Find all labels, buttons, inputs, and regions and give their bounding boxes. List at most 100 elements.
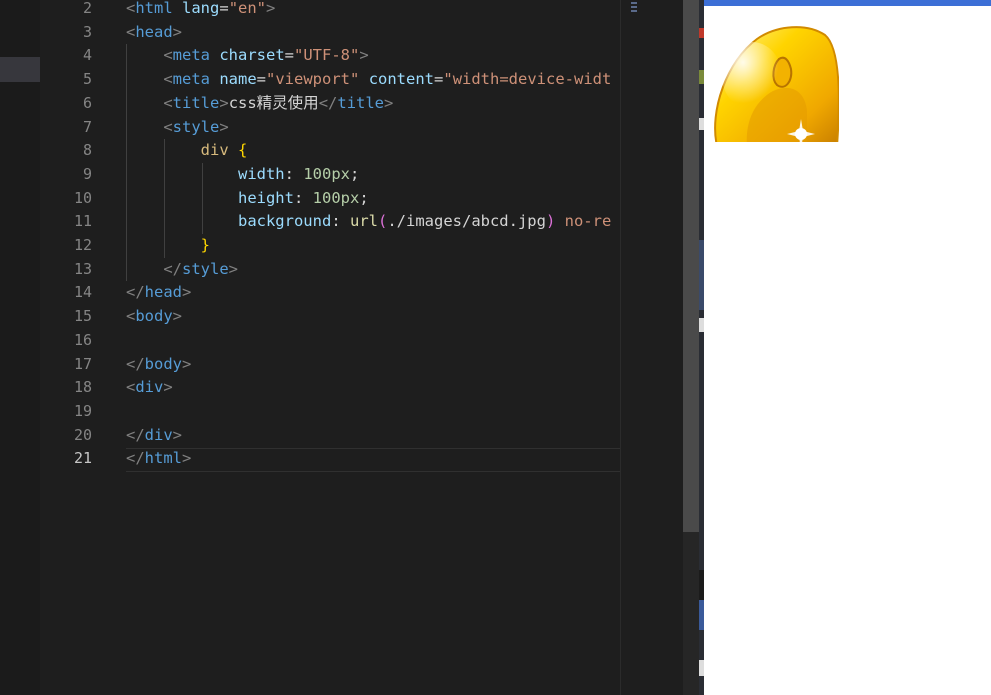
- code-token: <: [126, 378, 136, 397]
- line-number: 2: [82, 0, 92, 17]
- code-token: <: [126, 0, 136, 17]
- line-number: 21: [73, 449, 92, 468]
- code-token: url: [349, 212, 378, 231]
- code-line[interactable]: </div>: [126, 424, 182, 448]
- explorer-selected-item[interactable]: [0, 57, 40, 82]
- code-line[interactable]: </head>: [126, 281, 191, 305]
- code-token: (: [377, 212, 388, 231]
- line-number: 15: [73, 307, 92, 326]
- code-token: html: [144, 449, 182, 468]
- code-line[interactable]: width: 100px;: [126, 163, 359, 187]
- code-line[interactable]: <head>: [126, 21, 182, 45]
- code-token: width: [237, 164, 285, 183]
- line-number: 3: [82, 22, 92, 41]
- code-line[interactable]: <div>: [126, 376, 173, 400]
- code-line[interactable]: div {: [126, 139, 248, 163]
- code-line[interactable]: }: [126, 234, 210, 258]
- code-token: "viewport": [266, 70, 360, 89]
- code-line[interactable]: </html>: [126, 447, 191, 471]
- code-token: charset: [219, 46, 285, 65]
- code-token: >: [172, 307, 183, 326]
- code-token: >: [219, 117, 229, 136]
- code-line[interactable]: <style>: [126, 116, 229, 140]
- code-token: <: [163, 93, 173, 112]
- code-token: }: [200, 236, 210, 254]
- line-number: 17: [73, 354, 92, 373]
- code-token: </: [126, 425, 145, 444]
- code-token: style: [172, 117, 220, 136]
- code-token: </: [126, 449, 145, 468]
- code-token: <: [126, 22, 136, 41]
- code-line[interactable]: </style>: [126, 258, 238, 282]
- code-token: html: [135, 0, 173, 17]
- golden-letter-a-icon: [714, 26, 839, 142]
- code-token: "UTF-8": [294, 46, 360, 65]
- code-token: height: [237, 188, 294, 207]
- code-token: >: [384, 93, 394, 112]
- line-number: 16: [73, 330, 92, 349]
- code-token: >: [359, 46, 369, 65]
- code-token: meta: [172, 46, 210, 65]
- code-token: {: [238, 141, 248, 160]
- code-editor[interactable]: <html lang="en"> <head> <meta charset="UT…: [126, 0, 620, 695]
- line-number: 4: [82, 46, 92, 65]
- line-number: 19: [73, 401, 92, 420]
- code-token: >: [182, 354, 192, 373]
- code-token: <: [163, 46, 173, 65]
- line-number: 20: [73, 425, 92, 444]
- code-line[interactable]: <title>css精灵使用</title>: [126, 92, 393, 116]
- code-line[interactable]: <body>: [126, 305, 182, 329]
- code-token: <: [163, 117, 173, 136]
- line-number: 11: [73, 212, 92, 231]
- code-token: 100px: [312, 188, 360, 207]
- code-line[interactable]: <html lang="en">: [126, 0, 275, 21]
- code-token: title: [172, 93, 220, 112]
- minimap[interactable]: [620, 0, 684, 695]
- code-token: =: [219, 0, 229, 17]
- code-token: :: [331, 212, 350, 231]
- current-line-highlight: [126, 447, 620, 472]
- code-token: </: [318, 93, 338, 112]
- line-number: 9: [82, 164, 92, 183]
- line-number: 18: [73, 378, 92, 397]
- code-token: =: [434, 70, 444, 89]
- line-number: 13: [73, 259, 92, 278]
- code-token: >: [182, 283, 192, 302]
- code-token: no-re: [555, 212, 612, 231]
- code-line[interactable]: background: url(./images/abcd.jpg) no-re: [126, 210, 611, 234]
- code-line[interactable]: height: 100px;: [126, 187, 369, 211]
- browser-preview[interactable]: [704, 0, 991, 695]
- code-token: ;: [359, 188, 369, 207]
- code-token: background: [237, 212, 332, 231]
- code-token: div: [144, 425, 173, 444]
- code-line[interactable]: <meta charset="UTF-8">: [126, 44, 369, 68]
- css-sprite-div: [707, 21, 839, 142]
- code-token: >: [266, 0, 276, 17]
- code-token: 100px: [303, 164, 350, 183]
- code-token: <: [126, 307, 136, 326]
- line-number: 5: [82, 70, 92, 89]
- code-token: head: [135, 22, 173, 41]
- code-token: >: [172, 22, 183, 41]
- code-line[interactable]: <meta name="viewport" content="width=dev…: [126, 68, 611, 92]
- line-number-gutter: 2 3 4 5 6 7 8 9 10 11 12 13 14 15 16 17 18 19 20 21: [40, 0, 122, 695]
- explorer-sidebar[interactable]: [0, 0, 41, 695]
- code-token: =: [256, 70, 267, 89]
- code-token: content: [368, 70, 435, 89]
- code-token: ): [545, 212, 556, 231]
- code-line[interactable]: </body>: [126, 353, 191, 377]
- code-token: "width=device-widt: [443, 70, 612, 89]
- code-token: style: [182, 259, 229, 278]
